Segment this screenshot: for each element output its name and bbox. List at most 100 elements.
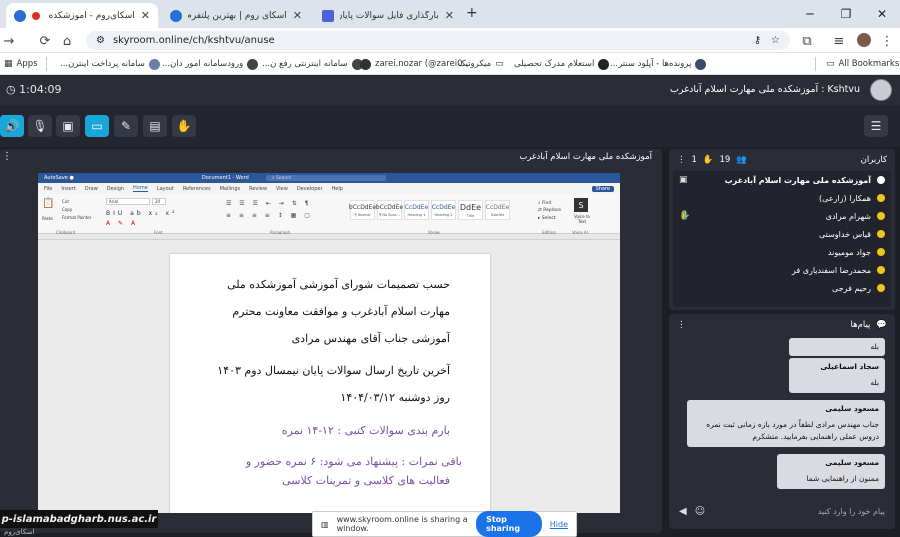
new-tab-icon[interactable]: + bbox=[466, 5, 478, 21]
users-list: آموزشکده ملی مهارت اسلام آبادغرب ▣ همکار… bbox=[673, 171, 891, 307]
paste-label: Paste bbox=[42, 216, 53, 221]
browser-tab-strip: اسکای‌روم - آموزشکده ملی مه ✕ اسکای روم … bbox=[0, 0, 900, 28]
bookmark-item[interactable]: سامانه اینترنتی رفع ن... bbox=[262, 57, 363, 71]
emoji-icon[interactable]: ☺ bbox=[695, 506, 705, 517]
close-tab-icon[interactable]: ✕ bbox=[141, 9, 150, 22]
speaker-icon[interactable]: 🔊 bbox=[0, 115, 24, 137]
menu-kebab-icon[interactable]: ⋮ bbox=[878, 32, 896, 50]
upload-favicon-icon bbox=[322, 9, 334, 22]
admin-user-icon bbox=[877, 176, 885, 184]
select-label: ▸ Select bbox=[538, 216, 556, 221]
profile-avatar[interactable] bbox=[857, 33, 871, 47]
bookmark-favicon-icon bbox=[598, 58, 610, 70]
voice-to-text-label: Voice to Text bbox=[574, 214, 590, 224]
skyroom-favicon-icon bbox=[170, 9, 182, 22]
users-panel: کاربران ⋮ 1 ✋ 19 👥 آموزشکده ملی مهارت اس… bbox=[669, 149, 895, 310]
bookmark-apps[interactable]: ▦ Apps bbox=[4, 57, 38, 71]
shared-screen: AutoSave ● Document1 - Word ⌕ Search Fil… bbox=[38, 173, 620, 513]
folder-icon: ▭ bbox=[495, 59, 504, 69]
bookmark-item[interactable]: zarei.nozar (@zarei0... bbox=[360, 57, 471, 71]
menu-hamburger-icon[interactable]: ☰ bbox=[864, 115, 888, 137]
autosave-toggle: AutoSave ● bbox=[44, 175, 74, 181]
users-options-icon[interactable]: ⋮ bbox=[677, 155, 686, 165]
user-icon bbox=[877, 266, 885, 274]
hand-raise-icon[interactable]: ✋ bbox=[172, 115, 196, 137]
user-row[interactable]: محمدرضا اسفندیاری فر bbox=[673, 261, 891, 279]
user-row[interactable]: رحیم فرجی bbox=[673, 279, 891, 297]
all-bookmarks[interactable]: ▭ All Bookmarks bbox=[826, 57, 899, 71]
mic-off-icon[interactable]: 🎙 bbox=[28, 115, 52, 137]
message-input[interactable]: پیام خود را وارد کنید ☺ ◀ bbox=[673, 499, 891, 523]
messages-options-icon[interactable]: ⋮ bbox=[677, 320, 686, 330]
bookmark-favicon-icon bbox=[360, 58, 371, 70]
word-tab: File bbox=[44, 185, 53, 192]
user-row[interactable]: قیاس خداوستی bbox=[673, 225, 891, 243]
paste-icon: 📋 bbox=[42, 198, 55, 209]
word-ribbon: 📋 Paste Cut Copy Format Painter Clipboar… bbox=[38, 194, 620, 235]
align-icons: ≡ ≡ ≡ ≡ ↕ ▦ ▢ bbox=[226, 212, 313, 219]
bookmarks-bar: ▦ Apps سامانه پرداخت اینترن... ورودسامان… bbox=[0, 53, 900, 75]
restore-icon[interactable]: ❐ bbox=[828, 0, 864, 28]
word-tab: Review bbox=[249, 185, 267, 192]
home-icon[interactable]: ⌂ bbox=[58, 32, 76, 50]
site-watermark: p-islamabadgharb.nus.ac.ir bbox=[0, 510, 158, 528]
word-tab: Layout bbox=[156, 185, 174, 192]
extensions-icon[interactable]: ⧉ bbox=[798, 32, 816, 50]
camera-off-icon[interactable]: ▣ bbox=[56, 115, 80, 137]
hide-link[interactable]: Hide bbox=[550, 520, 568, 529]
browser-tab-title: اسکای روم | بهترین پلتفرم برگزاری bbox=[188, 10, 287, 21]
bookmark-item[interactable]: سامانه پرداخت اینترن... bbox=[60, 57, 160, 71]
style-normal: bCcDdEe ¶ Normal bbox=[349, 200, 376, 220]
doc-line: روز دوشنبه ۱۴۰۴/۰۳/۱۲ bbox=[340, 391, 450, 404]
browser-tab-title: بارگذاری فایل سوالات پایان نیمسا bbox=[340, 10, 439, 21]
reload-icon[interactable]: ⟳ bbox=[36, 32, 54, 50]
raised-hands-count: 1 bbox=[691, 155, 697, 165]
browser-tab-upload[interactable]: بارگذاری فایل سوالات پایان نیمسا ✕ bbox=[314, 3, 462, 28]
send-icon[interactable]: ◀ bbox=[679, 506, 687, 517]
browser-tab-skyroom-site[interactable]: اسکای روم | بهترین پلتفرم برگزاری ✕ bbox=[162, 3, 310, 28]
site-info-icon[interactable]: ⚙ bbox=[96, 35, 105, 46]
users-count: 19 bbox=[719, 155, 731, 165]
user-row[interactable]: جواد مومیوند bbox=[673, 243, 891, 261]
share-panel-title: آموزشکده ملی مهارت اسلام آبادغرب bbox=[519, 152, 652, 162]
share-options-icon[interactable]: ⋮ bbox=[2, 151, 12, 162]
briefcase-icon[interactable]: ▤ bbox=[143, 115, 167, 137]
replace-label: ⇄ Replace bbox=[538, 208, 562, 213]
bookmark-item[interactable]: ورودسامانه امور دان... bbox=[162, 57, 259, 71]
style-subtitle: CcDdEe Subtitle bbox=[485, 200, 510, 220]
clock-icon: ◷ bbox=[6, 83, 16, 96]
user-row[interactable]: شهرام مرادی ✋ 🎙 bbox=[673, 207, 891, 225]
word-tab: Mailings bbox=[219, 185, 241, 192]
brush-icon[interactable]: ✎ bbox=[114, 115, 138, 137]
address-bar[interactable]: ⚙ skyroom.online/ch/kshtvu/anuse ⚷ ☆ bbox=[86, 31, 790, 50]
messages-panel: 💬 پیام‌ها ⋮ بله سجاد اسماعیلی بله مسعود … bbox=[669, 314, 895, 529]
stop-sharing-button[interactable]: Stop sharing bbox=[476, 511, 542, 537]
user-row[interactable]: همکارا (زارعی) bbox=[673, 189, 891, 207]
sharing-text: www.skyroom.online is sharing a window. bbox=[336, 515, 468, 533]
bookmark-star-icon[interactable]: ☆ bbox=[771, 35, 780, 46]
user-icon bbox=[877, 230, 885, 238]
key-icon[interactable]: ⚷ bbox=[754, 35, 761, 46]
bookmark-folder[interactable]: ▭ میکروتیک bbox=[458, 57, 504, 71]
message-input-placeholder: پیام خود را وارد کنید bbox=[817, 506, 885, 516]
close-tab-icon[interactable]: ✕ bbox=[445, 9, 454, 22]
bookmark-item[interactable]: پرونده‌ها - آپلود سنتر... bbox=[610, 57, 707, 71]
word-share-button: Share bbox=[591, 185, 614, 192]
user-avatar[interactable] bbox=[870, 79, 892, 101]
bookmark-item[interactable]: استعلام مدرک تحصیلی bbox=[514, 57, 610, 71]
close-tab-icon[interactable]: ✕ bbox=[293, 9, 302, 22]
style-no-spacing: bCcDdEe ¶ No Spac... bbox=[376, 200, 403, 220]
minimize-icon[interactable]: ─ bbox=[792, 0, 828, 28]
user-row[interactable]: آموزشکده ملی مهارت اسلام آبادغرب ▣ bbox=[673, 171, 891, 189]
back-arrow-icon[interactable]: → bbox=[0, 32, 18, 50]
bookmark-favicon-icon bbox=[148, 58, 160, 70]
screen-share-icon[interactable]: ▭ bbox=[85, 115, 109, 137]
browser-tab-skyroom[interactable]: اسکای‌روم - آموزشکده ملی مه ✕ bbox=[6, 3, 158, 28]
copy-label: Copy bbox=[62, 207, 73, 212]
message-bubble: مسعود سلیمی ممنون از راهنمایی شما bbox=[777, 454, 885, 489]
media-controls-icon[interactable]: ≡ bbox=[830, 32, 848, 50]
close-window-icon[interactable]: ✕ bbox=[864, 0, 900, 28]
message-bubble: بله bbox=[789, 338, 885, 356]
url-text: skyroom.online/ch/kshtvu/anuse bbox=[112, 35, 275, 46]
doc-line: بارم بندی سوالات کتبی : ۱۲-۱۴ نمره bbox=[281, 424, 450, 437]
